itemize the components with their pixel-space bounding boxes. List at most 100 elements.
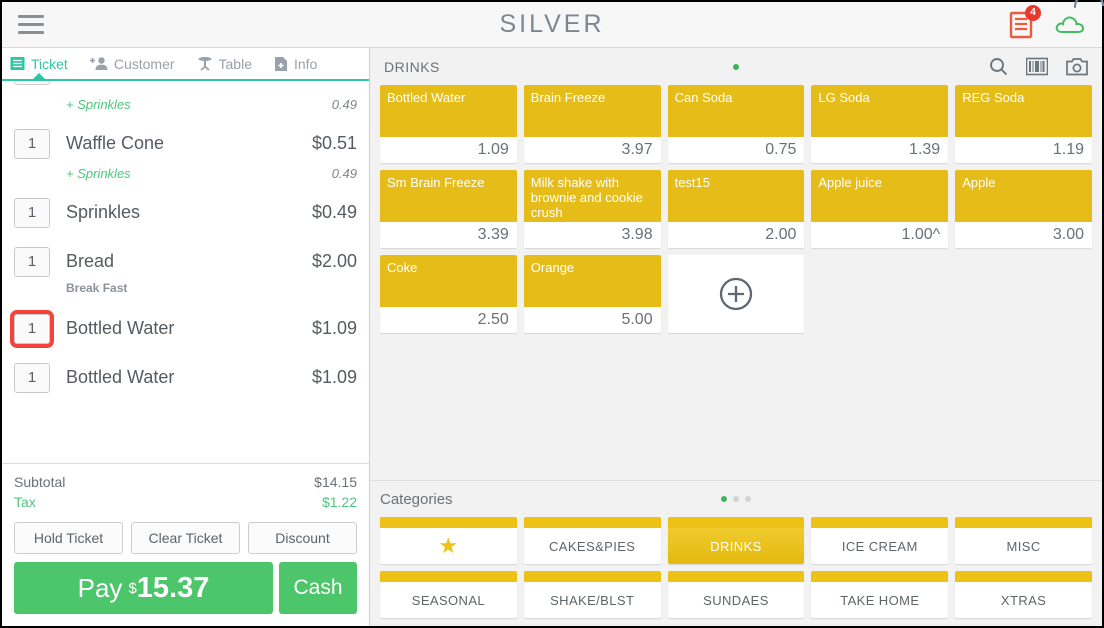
category-misc[interactable]: MISC: [955, 517, 1092, 564]
receipt-icon[interactable]: 4: [1008, 4, 1041, 40]
page-dot-active: [733, 63, 739, 70]
product-tile[interactable]: Sm Brain Freeze 3.39: [380, 170, 517, 248]
discount-button[interactable]: Discount: [248, 522, 357, 554]
product-price: 3.98: [523, 222, 661, 248]
category-label: SEASONAL: [411, 592, 486, 608]
tax-value: $1.22: [321, 494, 357, 510]
item-name: Bread: [66, 251, 115, 271]
cash-button[interactable]: Cash: [279, 562, 357, 614]
product-name: REG Soda: [955, 85, 1092, 137]
category-page-dots: [380, 496, 1092, 502]
product-name: Coke: [380, 255, 517, 307]
product-name: Apple: [955, 170, 1092, 222]
product-tile[interactable]: LG Soda 1.39: [811, 85, 949, 163]
hamburger-icon[interactable]: [18, 15, 44, 34]
category-color-bar: [523, 571, 661, 582]
category-color-bar: [523, 517, 661, 528]
category-favorites[interactable]: ★: [380, 517, 517, 564]
camera-icon[interactable]: [1066, 57, 1088, 76]
category-cakes-and-pies[interactable]: CAKES&PIES: [523, 517, 661, 564]
item-name: Bottled Water: [66, 367, 175, 387]
item-name: Sprinkles: [66, 202, 141, 222]
product-price: 1.09: [380, 137, 517, 163]
category-label: TAKE HOME: [840, 592, 920, 608]
ticket-icon: [10, 57, 25, 70]
category-color-bar: [380, 571, 517, 582]
tab-table[interactable]: Table: [197, 56, 252, 72]
category-label: MISC: [1006, 538, 1041, 554]
cloud-icon[interactable]: [1054, 13, 1086, 37]
pay-button[interactable]: Pay $ 15.37: [14, 562, 273, 614]
product-price: 2.00: [667, 222, 805, 248]
ticket-item-row[interactable]: 1 Waffle Cone $0.51: [14, 119, 357, 168]
product-name: test15: [667, 170, 805, 222]
category-label: XTRAS: [1000, 592, 1047, 608]
barcode-icon[interactable]: [1026, 57, 1048, 76]
main-body: Ticket Customer Table Info + Sprinkles 0…: [2, 48, 1102, 626]
search-icon[interactable]: [989, 57, 1008, 76]
add-product-button[interactable]: [667, 255, 805, 333]
category-row: SEASONAL SHAKE/BLST SUNDAES TAKE HOME XT…: [380, 571, 1092, 618]
category-color-bar: [955, 517, 1092, 528]
product-tile[interactable]: Milk shake with brownie and cookie crush…: [523, 170, 661, 248]
ticket-item-row[interactable]: 1 Sprinkles $0.49: [14, 188, 357, 237]
product-tile[interactable]: Can Soda 0.75: [667, 85, 805, 163]
category-ice-cream[interactable]: ICE CREAM: [811, 517, 949, 564]
tab-ticket[interactable]: Ticket: [10, 56, 68, 80]
tab-info[interactable]: Info: [274, 56, 317, 72]
product-name: Brain Freeze: [523, 85, 661, 137]
product-tile[interactable]: Brain Freeze 3.97: [523, 85, 661, 163]
product-tile[interactable]: Apple juice 1.00^: [811, 170, 949, 248]
tab-customer[interactable]: Customer: [89, 56, 175, 72]
ticket-tabs: Ticket Customer Table Info: [2, 48, 369, 81]
tab-info-label: Info: [293, 55, 318, 72]
product-price: 1.00^: [811, 222, 949, 248]
item-name: Waffle Cone: [66, 133, 165, 153]
category-take-home[interactable]: TAKE HOME: [811, 571, 949, 618]
hold-ticket-button[interactable]: Hold Ticket: [14, 522, 123, 554]
tax-label: Tax: [14, 494, 36, 510]
item-price: $0.49: [311, 202, 357, 222]
quantity-stepper-partial[interactable]: [14, 81, 50, 85]
item-price: $2.00: [311, 251, 357, 271]
ticket-item-list[interactable]: + Sprinkles 0.49 1 Waffle Cone $0.51 + S…: [2, 81, 369, 463]
product-tile[interactable]: test15 2.00: [667, 170, 805, 248]
product-name: Bottled Water: [380, 85, 517, 137]
product-tile[interactable]: Apple 3.00: [955, 170, 1092, 248]
product-tile[interactable]: Coke 2.50: [380, 255, 517, 333]
category-color-bar: [811, 517, 949, 528]
product-tile[interactable]: Orange 5.00: [523, 255, 661, 333]
product-grid: Bottled Water 1.09 Brain Freeze 3.97 Can…: [370, 85, 1102, 480]
product-name: Orange: [523, 255, 661, 307]
category-label: DRINKS: [667, 528, 805, 564]
category-label: SUNDAES: [703, 592, 769, 608]
category-sundaes[interactable]: SUNDAES: [667, 571, 805, 618]
catalog-header: DRINKS: [370, 48, 1102, 85]
product-price: 3.39: [380, 222, 517, 248]
category-shake-blst[interactable]: SHAKE/BLST: [523, 571, 661, 618]
quantity-stepper[interactable]: 1: [14, 128, 50, 159]
ticket-item-row[interactable]: 1 Bottled Water $1.09: [14, 353, 357, 402]
ticket-actions: Hold Ticket Clear Ticket Discount: [2, 516, 369, 562]
product-tile[interactable]: Bottled Water 1.09: [380, 85, 517, 163]
modifier-row: + Sprinkles 0.49: [14, 162, 357, 184]
quantity-stepper[interactable]: 1: [14, 362, 50, 393]
category-seasonal[interactable]: SEASONAL: [380, 571, 517, 618]
brand-text: SILVER: [499, 10, 605, 38]
quantity-stepper-highlighted[interactable]: 1: [10, 309, 54, 348]
quantity-stepper[interactable]: 1: [14, 197, 50, 228]
info-document-icon: [274, 56, 287, 71]
ticket-item-row-selected[interactable]: 1 Bottled Water $1.09: [10, 304, 357, 353]
add-person-icon: [89, 57, 108, 70]
payment-row: Pay $ 15.37 Cash: [2, 562, 369, 626]
category-drinks[interactable]: DRINKS: [667, 517, 805, 564]
category-label: SHAKE/BLST: [550, 592, 635, 608]
clear-ticket-button[interactable]: Clear Ticket: [131, 522, 240, 554]
category-xtras[interactable]: XTRAS: [955, 571, 1092, 618]
quantity-stepper[interactable]: 1: [14, 246, 50, 277]
product-name: LG Soda: [811, 85, 949, 137]
product-row: Bottled Water 1.09 Brain Freeze 3.97 Can…: [380, 85, 1092, 163]
category-row: ★ CAKES&PIES DRINKS ICE CREAM MISC: [380, 517, 1092, 564]
active-tab-indicator: [32, 72, 46, 80]
product-tile[interactable]: REG Soda 1.19: [955, 85, 1092, 163]
